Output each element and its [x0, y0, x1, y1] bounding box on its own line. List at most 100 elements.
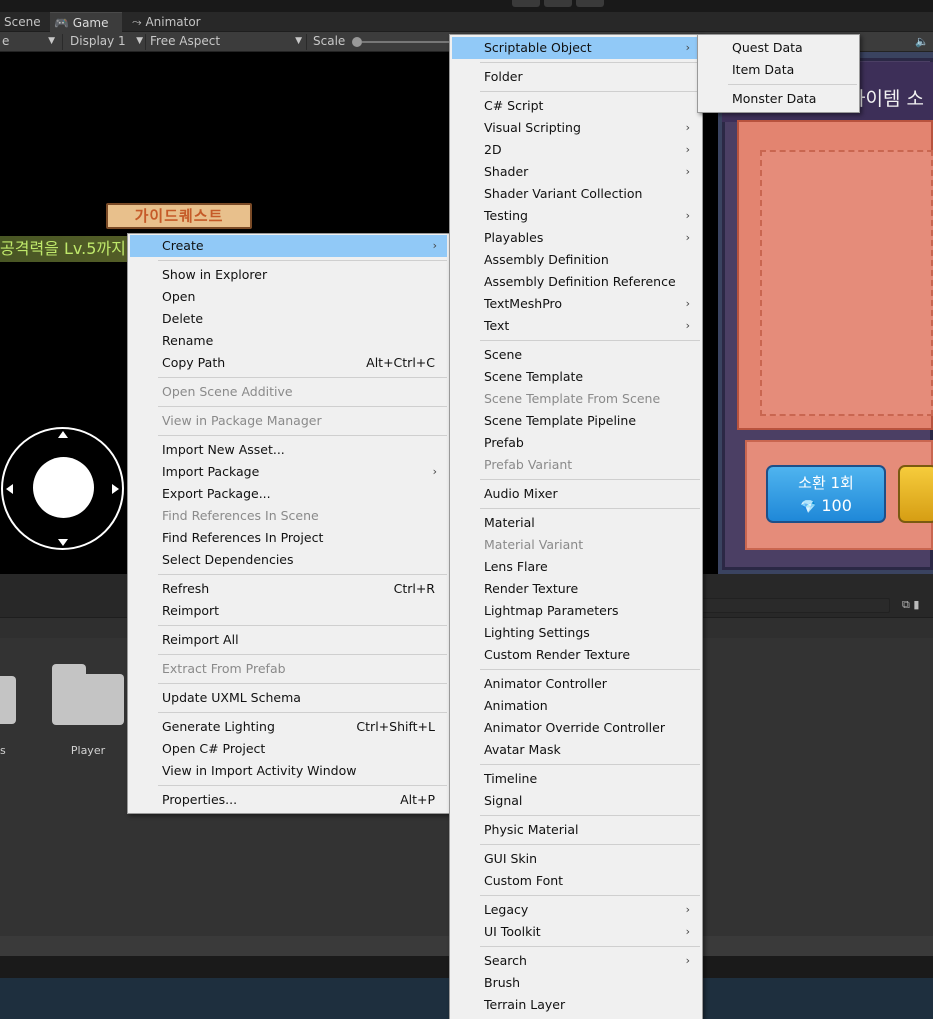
context-menu-item-reimport-all[interactable]: Reimport All	[130, 629, 447, 651]
create-menu-item-avatar-mask[interactable]: Avatar Mask	[452, 739, 700, 761]
tab-animator-label: Animator	[145, 15, 201, 29]
create-menu-item-animator-override-controller[interactable]: Animator Override Controller	[452, 717, 700, 739]
create-menu-item-material-variant: Material Variant	[452, 534, 700, 556]
context-menu-item-delete[interactable]: Delete	[130, 308, 447, 330]
create-menu-item-textmeshpro[interactable]: TextMeshPro ›	[452, 293, 700, 315]
context-menu-item-open[interactable]: Open	[130, 286, 447, 308]
create-menu-item-scene[interactable]: Scene	[452, 344, 700, 366]
folder-icon[interactable]	[52, 664, 124, 725]
create-submenu: Scriptable Object › Folder C# Script Visual …	[449, 34, 703, 1019]
create-menu-item-2d[interactable]: 2D ›	[452, 139, 700, 161]
create-menu-item-terrain-layer[interactable]: Terrain Layer	[452, 994, 700, 1016]
tab-game[interactable]: 🎮 Game	[50, 12, 122, 32]
folder-icon[interactable]	[0, 676, 16, 724]
menu-separator	[158, 574, 447, 575]
context-menu-item-rename[interactable]: Rename	[130, 330, 447, 352]
create-menu-item-lens-flare[interactable]: Lens Flare	[452, 556, 700, 578]
menu-item-label: Animator Controller	[484, 676, 607, 691]
search-filter-icon[interactable]: ⧉	[902, 598, 910, 611]
create-menu-item-custom-render-texture[interactable]: Custom Render Texture	[452, 644, 700, 666]
chevron-right-icon: ›	[685, 231, 690, 244]
menu-item-label: Lighting Settings	[484, 625, 590, 640]
create-menu-item-assembly-definition[interactable]: Assembly Definition	[452, 249, 700, 271]
create-menu-item-scriptable-object[interactable]: Scriptable Object ›	[452, 37, 700, 59]
create-menu-item-physic-material[interactable]: Physic Material	[452, 819, 700, 841]
context-menu-item-generate-lighting[interactable]: Generate Lighting Ctrl+Shift+L	[130, 716, 447, 738]
menu-item-label: Material	[484, 515, 535, 530]
context-menu-item-select-dependencies[interactable]: Select Dependencies	[130, 549, 447, 571]
context-menu-item-import-package[interactable]: Import Package ›	[130, 461, 447, 483]
menu-separator	[158, 712, 447, 713]
create-menu-item-ui-toolkit[interactable]: UI Toolkit ›	[452, 921, 700, 943]
menu-item-shortcut: Alt+P	[400, 792, 435, 807]
create-menu-item-timeline[interactable]: Timeline	[452, 768, 700, 790]
audio-mute-icon[interactable]: 🔈	[912, 33, 932, 50]
create-menu-item-testing[interactable]: Testing ›	[452, 205, 700, 227]
create-menu-item-material[interactable]: Material	[452, 512, 700, 534]
menu-separator	[480, 815, 700, 816]
menu-separator	[158, 625, 447, 626]
menu-separator	[480, 764, 700, 765]
context-menu-item-reimport[interactable]: Reimport	[130, 600, 447, 622]
context-menu-item-create[interactable]: Create ›	[130, 235, 447, 257]
create-menu-item-search[interactable]: Search ›	[452, 950, 700, 972]
create-menu-item-playables[interactable]: Playables ›	[452, 227, 700, 249]
display-dropdown[interactable]: Display 1 ▼	[70, 32, 144, 51]
create-menu-item-scene-template-pipeline[interactable]: Scene Template Pipeline	[452, 410, 700, 432]
context-menu-item-export-package[interactable]: Export Package...	[130, 483, 447, 505]
joystick-knob[interactable]	[33, 457, 94, 518]
tab-scene[interactable]: Scene	[0, 12, 48, 32]
scriptable-menu-item-item-data[interactable]: Item Data	[700, 59, 857, 81]
menu-separator	[158, 377, 447, 378]
menu-separator	[158, 785, 447, 786]
scriptable-menu-item-quest-data[interactable]: Quest Data	[700, 37, 857, 59]
create-menu-item-prefab[interactable]: Prefab	[452, 432, 700, 454]
game-mode-dropdown[interactable]: e ▼	[2, 32, 58, 51]
context-menu-item-view-in-import-activity-window[interactable]: View in Import Activity Window	[130, 760, 447, 782]
aspect-dropdown[interactable]: Free Aspect ▼	[150, 32, 304, 51]
create-menu-item-brush[interactable]: Brush	[452, 972, 700, 994]
create-menu-item-folder[interactable]: Folder	[452, 66, 700, 88]
create-menu-item-c-script[interactable]: C# Script	[452, 95, 700, 117]
summon-once-button[interactable]: 소환 1회 💎 100	[766, 465, 886, 523]
project-search-field[interactable]	[700, 598, 890, 613]
summon-multi-button[interactable]	[898, 465, 933, 523]
context-menu-item-open-c-project[interactable]: Open C# Project	[130, 738, 447, 760]
settings-icon[interactable]: ▮	[913, 598, 919, 611]
context-menu-item-refresh[interactable]: Refresh Ctrl+R	[130, 578, 447, 600]
scriptable-menu-item-monster-data[interactable]: Monster Data	[700, 88, 857, 110]
menu-item-shortcut: Alt+Ctrl+C	[366, 355, 435, 370]
create-menu-item-lighting-settings[interactable]: Lighting Settings	[452, 622, 700, 644]
folder-label: s	[0, 744, 6, 757]
create-menu-item-signal[interactable]: Signal	[452, 790, 700, 812]
create-menu-item-shader-variant-collection[interactable]: Shader Variant Collection	[452, 183, 700, 205]
menu-item-label: Timeline	[484, 771, 538, 786]
create-menu-item-gui-skin[interactable]: GUI Skin	[452, 848, 700, 870]
create-menu-item-legacy[interactable]: Legacy ›	[452, 899, 700, 921]
context-menu-item-show-in-explorer[interactable]: Show in Explorer	[130, 264, 447, 286]
create-menu-item-render-texture[interactable]: Render Texture	[452, 578, 700, 600]
scale-slider-thumb[interactable]	[352, 37, 362, 47]
context-menu-item-copy-path[interactable]: Copy Path Alt+Ctrl+C	[130, 352, 447, 374]
create-menu-item-visual-scripting[interactable]: Visual Scripting ›	[452, 117, 700, 139]
create-menu-item-shader[interactable]: Shader ›	[452, 161, 700, 183]
create-menu-item-audio-mixer[interactable]: Audio Mixer	[452, 483, 700, 505]
scale-slider-track[interactable]	[362, 41, 452, 43]
create-menu-item-assembly-definition-reference[interactable]: Assembly Definition Reference	[452, 271, 700, 293]
play-button[interactable]	[512, 0, 540, 7]
menu-item-label: Quest Data	[732, 40, 803, 55]
context-menu-item-update-uxml-schema[interactable]: Update UXML Schema	[130, 687, 447, 709]
create-menu-item-animation[interactable]: Animation	[452, 695, 700, 717]
virtual-joystick[interactable]	[1, 427, 124, 550]
create-menu-item-custom-font[interactable]: Custom Font	[452, 870, 700, 892]
step-button[interactable]	[576, 0, 604, 7]
create-menu-item-lightmap-parameters[interactable]: Lightmap Parameters	[452, 600, 700, 622]
create-menu-item-animator-controller[interactable]: Animator Controller	[452, 673, 700, 695]
context-menu-item-properties[interactable]: Properties... Alt+P	[130, 789, 447, 811]
create-menu-item-scene-template[interactable]: Scene Template	[452, 366, 700, 388]
context-menu-item-import-new-asset[interactable]: Import New Asset...	[130, 439, 447, 461]
pause-button[interactable]	[544, 0, 572, 7]
create-menu-item-text[interactable]: Text ›	[452, 315, 700, 337]
context-menu-item-find-references-in-project[interactable]: Find References In Project	[130, 527, 447, 549]
tab-animator[interactable]: ⤳ Animator	[128, 12, 212, 32]
